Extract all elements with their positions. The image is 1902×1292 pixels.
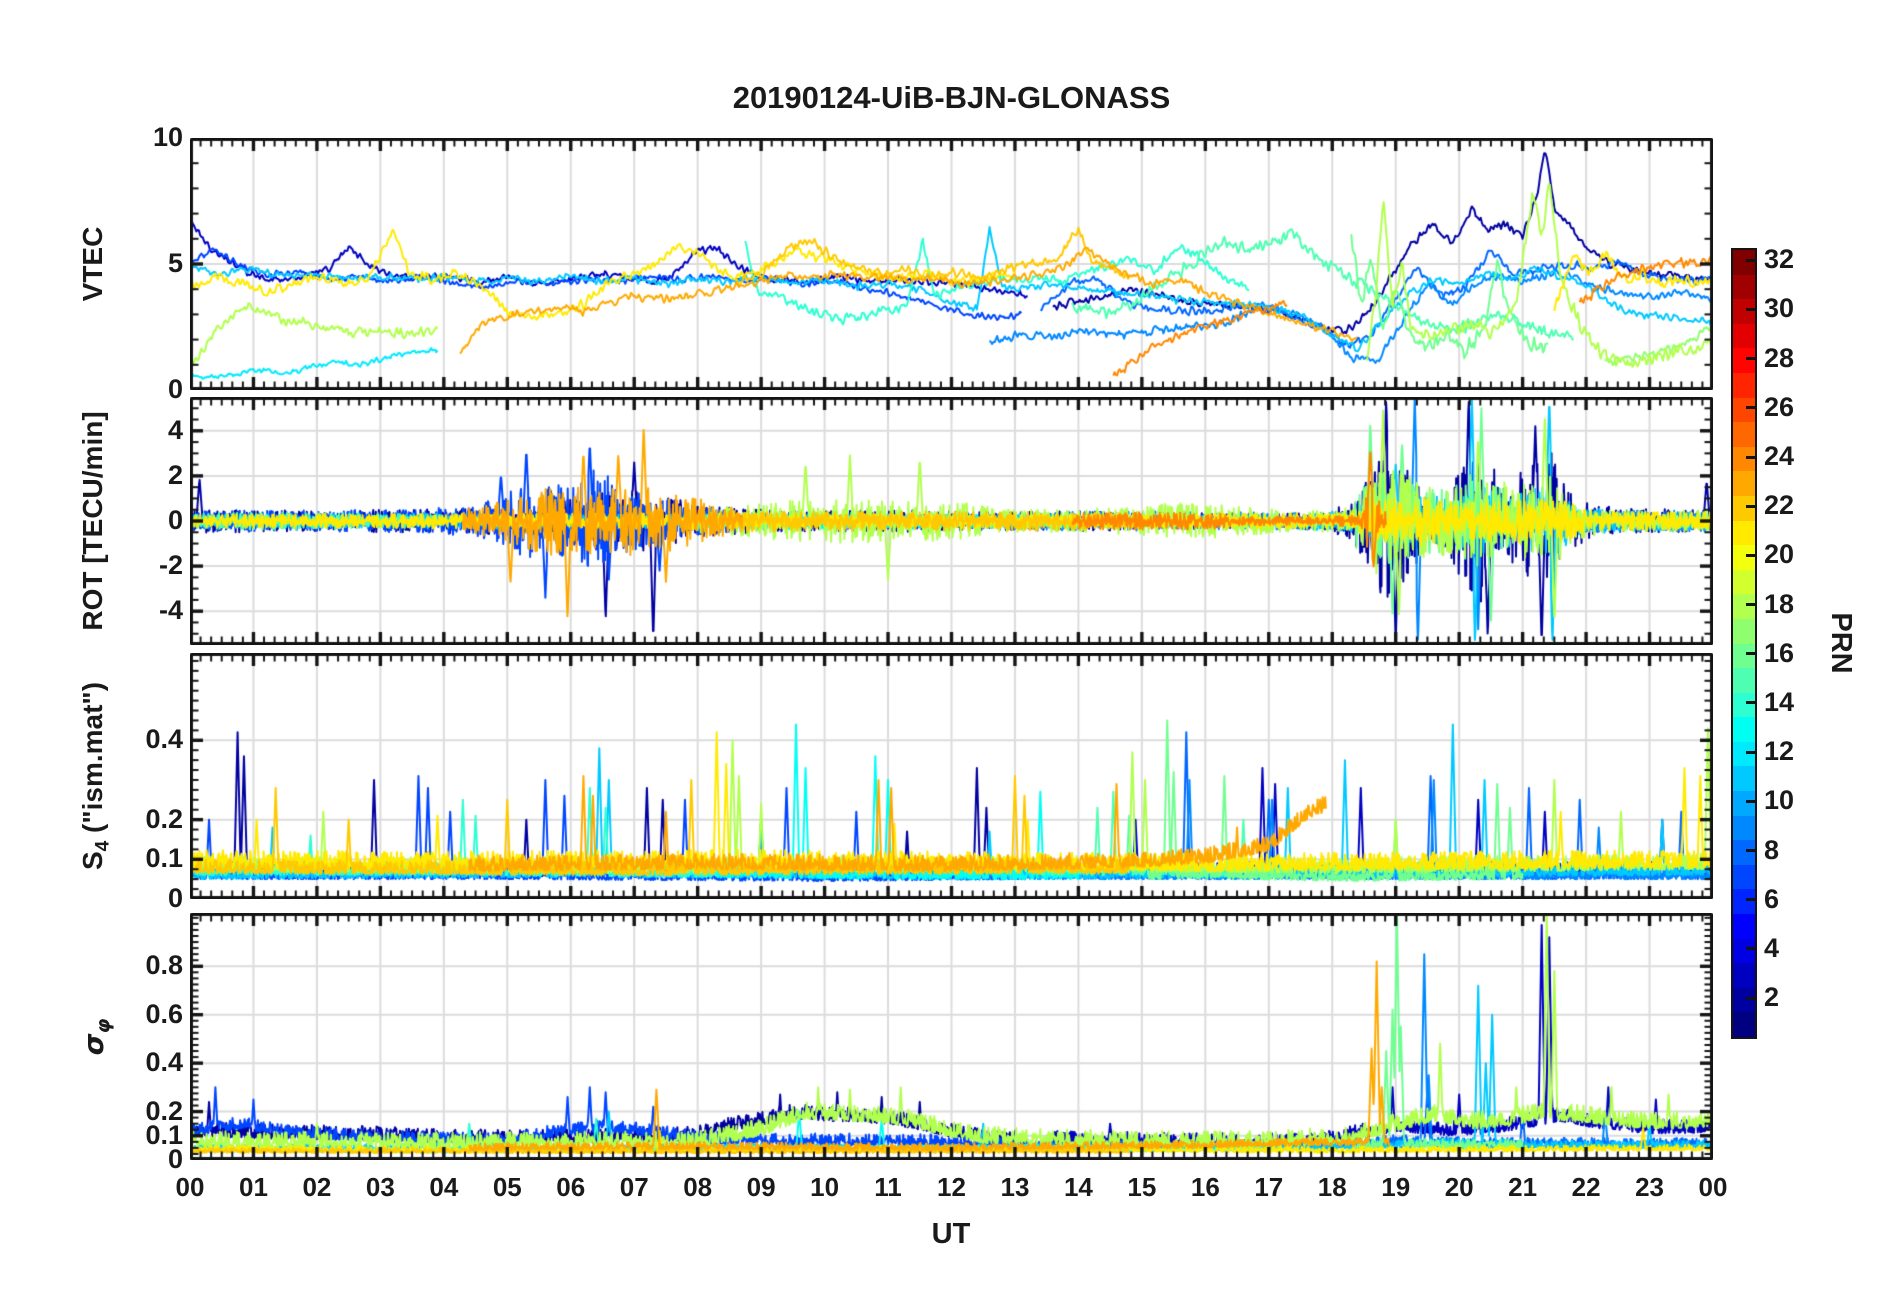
colorbar-band-prn-29	[1733, 323, 1755, 349]
colorbar-band-prn-19	[1733, 569, 1755, 595]
colorbar-band-prn-2	[1733, 987, 1755, 1013]
colorbar-tick-mark	[1746, 701, 1755, 705]
colorbar-tick-mark	[1746, 849, 1755, 853]
colorbar-tick-label: 8	[1764, 834, 1780, 865]
colorbar-tick-mark	[1746, 750, 1755, 754]
colorbar-band-prn-21	[1733, 520, 1755, 546]
rot-plot-canvas	[190, 397, 1713, 645]
colorbar-band-prn-12	[1733, 741, 1755, 767]
panel-s4	[190, 653, 1713, 899]
colorbar-band-prn-13	[1733, 717, 1755, 742]
colorbar-band-prn-4	[1733, 938, 1755, 964]
colorbar-band-prn-27	[1733, 372, 1755, 398]
colorbar-band-prn-26	[1733, 397, 1755, 423]
colorbar-band-prn-16	[1733, 643, 1755, 669]
x-tick-label: 00	[1698, 1172, 1728, 1202]
colorbar-tick-mark	[1746, 357, 1755, 361]
colorbar-band-prn-15	[1733, 668, 1755, 693]
colorbar-tick-label: 24	[1764, 441, 1795, 472]
s4-plot-canvas	[190, 653, 1713, 899]
sigma-plot-canvas	[190, 913, 1713, 1160]
colorbar-band-prn-23	[1733, 471, 1755, 496]
chart-title: 20190124-UiB-BJN-GLONASS	[732, 80, 1171, 115]
colorbar-band-prn-3	[1733, 963, 1755, 988]
colorbar-tick-mark	[1746, 553, 1755, 557]
colorbar-tick-label: 30	[1764, 293, 1795, 324]
colorbar-band-prn-9	[1733, 815, 1755, 841]
vtec-plot-canvas	[190, 138, 1713, 390]
colorbar-tick-mark	[1746, 898, 1755, 902]
colorbar-tick-label: 2	[1764, 982, 1780, 1013]
colorbar-band-prn-30	[1733, 299, 1755, 324]
colorbar-band-prn-28	[1733, 348, 1755, 373]
colorbar-band-prn-6	[1733, 889, 1755, 915]
colorbar-tick-mark	[1746, 996, 1755, 1000]
y-axis-label-part: σ	[77, 1033, 110, 1055]
colorbar-tick-label: 26	[1764, 391, 1795, 422]
colorbar-band-prn-10	[1733, 791, 1755, 816]
colorbar-tick-label: 28	[1764, 342, 1795, 373]
colorbar-tick-mark	[1746, 947, 1755, 951]
colorbar-band-prn-17	[1733, 618, 1755, 644]
colorbar-band-prn-18	[1733, 594, 1755, 619]
colorbar-band-prn-7	[1733, 864, 1755, 890]
colorbar-band-prn-22	[1733, 495, 1755, 521]
colorbar	[1731, 248, 1757, 1039]
colorbar-band-prn-5	[1733, 914, 1755, 939]
panel-rot	[190, 397, 1713, 645]
colorbar-band-prn-31	[1733, 274, 1755, 300]
colorbar-tick-mark	[1746, 603, 1755, 607]
colorbar-label: PRN	[1825, 612, 1857, 674]
colorbar-tick-label: 6	[1764, 883, 1780, 914]
colorbar-band-prn-25	[1733, 422, 1755, 447]
y-axis-label-part: φ	[92, 1018, 115, 1034]
colorbar-tick-mark	[1746, 455, 1755, 459]
colorbar-tick-mark	[1746, 504, 1755, 508]
panel-sigma	[190, 913, 1713, 1160]
colorbar-tick-label: 4	[1764, 932, 1780, 963]
y-axis-label-sigma: σφ	[77, 807, 115, 1267]
colorbar-band-prn-1	[1733, 1012, 1755, 1037]
colorbar-band-prn-14	[1733, 692, 1755, 718]
colorbar-band-prn-8	[1733, 840, 1755, 865]
colorbar-tick-mark	[1746, 307, 1755, 311]
panel-vtec	[190, 138, 1713, 390]
colorbar-tick-mark	[1746, 406, 1755, 410]
colorbar-band-prn-32	[1733, 250, 1755, 275]
colorbar-tick-mark	[1746, 652, 1755, 656]
colorbar-tick-mark	[1746, 258, 1755, 262]
colorbar-tick-mark	[1746, 799, 1755, 803]
figure: 20190124-UiB-BJN-GLONASS 0 5 10 VTEC 4 2 0 -2 -4…	[0, 0, 1902, 1292]
colorbar-band-prn-24	[1733, 446, 1755, 472]
x-axis-label: UT	[931, 1218, 971, 1250]
colorbar-tick-label: 32	[1764, 244, 1795, 275]
colorbar-band-prn-20	[1733, 545, 1755, 570]
colorbar-band-prn-11	[1733, 766, 1755, 792]
